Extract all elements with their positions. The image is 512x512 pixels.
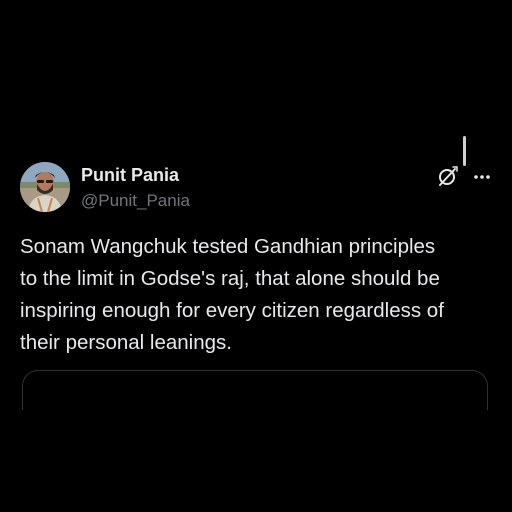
embedded-card[interactable] (22, 370, 488, 410)
post-text-line: inspiring enough for every citizen regar… (20, 299, 444, 322)
post-page: Punit Pania @Punit_Pania Sonam Wangchuk … (0, 0, 512, 512)
post-text-line: to the limit in Godse's raj, that alone … (20, 267, 440, 290)
author-display-name[interactable]: Punit Pania (81, 164, 190, 186)
author-info: Punit Pania @Punit_Pania (81, 164, 190, 212)
post-header: Punit Pania @Punit_Pania (20, 162, 495, 216)
avatar-photo-icon (20, 162, 70, 212)
avatar[interactable] (20, 162, 70, 212)
more-options-icon (474, 175, 490, 179)
grok-button[interactable] (436, 164, 460, 188)
author-handle[interactable]: @Punit_Pania (81, 190, 190, 212)
post-text-line: Sonam Wangchuk tested Gandhian principle… (20, 235, 436, 258)
more-options-button[interactable] (468, 164, 496, 188)
post-text-line: their personal leanings. (20, 331, 232, 354)
grok-icon (439, 166, 458, 186)
post-text: Sonam Wangchuk tested Gandhian principle… (20, 231, 495, 359)
